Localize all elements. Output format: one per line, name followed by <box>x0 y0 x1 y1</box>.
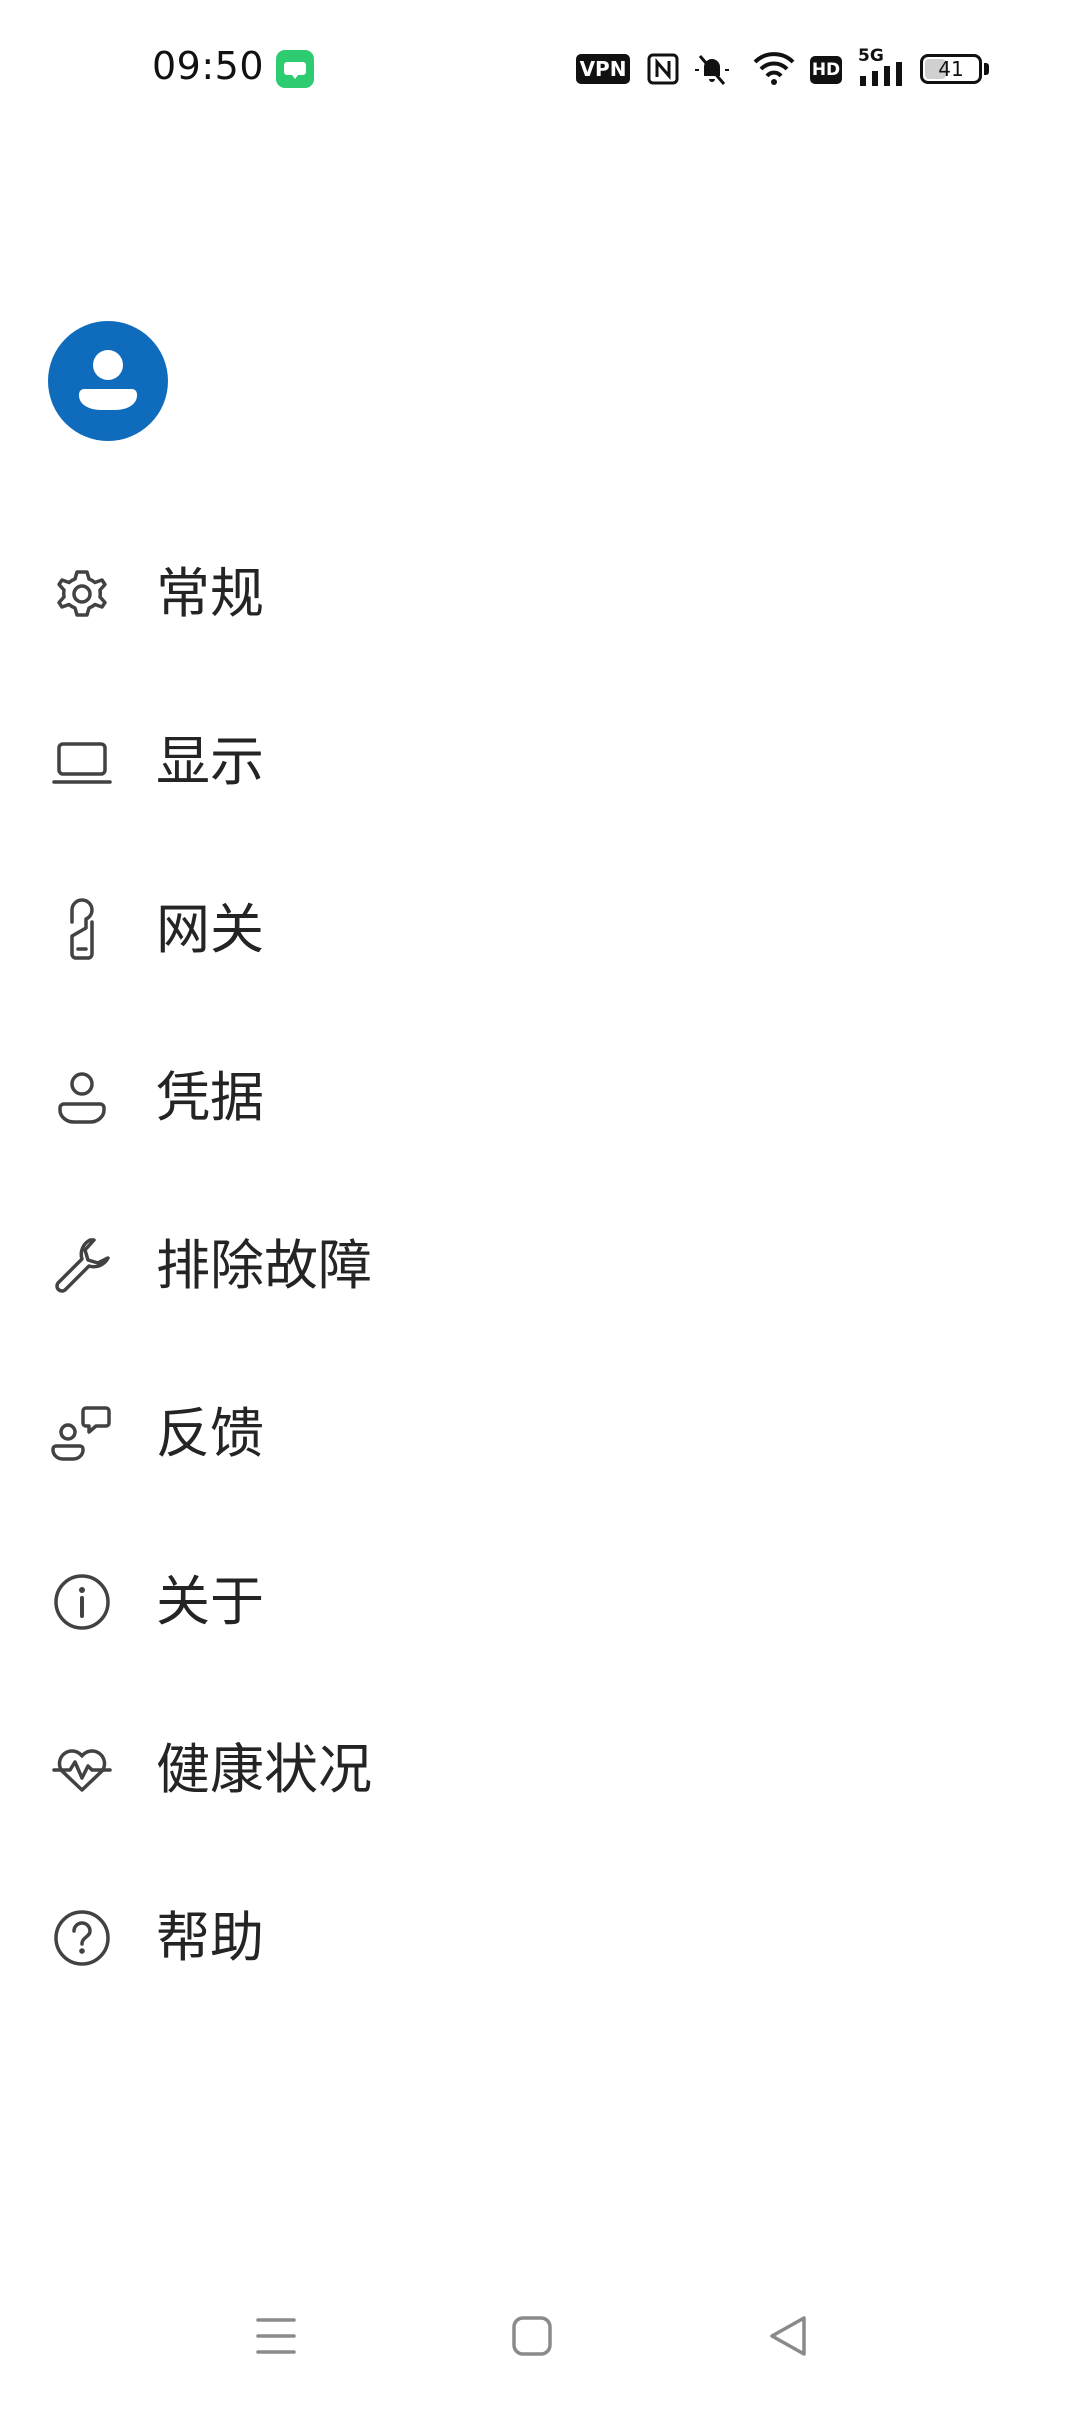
vpn-badge: VPN <box>576 54 630 84</box>
mute-bell-icon <box>695 55 729 85</box>
battery-nub <box>984 63 989 75</box>
menu-item-label: 关于 <box>156 1570 264 1633</box>
battery-indicator: 41 <box>920 54 982 84</box>
chat-app-notification-icon <box>276 50 314 88</box>
account-avatar[interactable] <box>48 321 168 441</box>
battery-percent: 41 <box>938 57 964 81</box>
laptop-icon <box>52 742 112 784</box>
recent-apps-icon[interactable] <box>236 2296 316 2376</box>
menu-item-label: 反馈 <box>156 1402 264 1465</box>
menu-item-label: 帮助 <box>156 1906 264 1969</box>
menu-item-label: 网关 <box>156 898 264 961</box>
menu-item-label: 显示 <box>156 730 264 793</box>
person-feedback-icon <box>51 1406 111 1461</box>
person-icon <box>79 350 137 410</box>
menu-item-credentials[interactable]: 凭据 <box>0 1014 1080 1182</box>
menu-item-label: 健康状况 <box>156 1738 372 1801</box>
door-hanger-icon <box>70 898 94 960</box>
gear-icon <box>57 570 107 617</box>
signal-strength-icon <box>860 62 902 86</box>
nfc-icon <box>647 53 679 85</box>
menu-item-label: 排除故障 <box>156 1234 372 1297</box>
status-time: 09:50 <box>152 44 265 88</box>
menu-item-about[interactable]: 关于 <box>0 1518 1080 1686</box>
menu-item-help[interactable]: 帮助 <box>0 1854 1080 2022</box>
wifi-icon <box>753 52 795 85</box>
menu-item-label: 凭据 <box>156 1066 264 1129</box>
menu-item-general[interactable]: 常规 <box>0 510 1080 678</box>
info-icon <box>54 1574 110 1630</box>
question-circle-icon <box>54 1910 110 1966</box>
wrench-icon <box>55 1238 110 1293</box>
menu-item-troubleshoot[interactable]: 排除故障 <box>0 1182 1080 1350</box>
heart-pulse-icon <box>52 1749 112 1792</box>
home-icon[interactable] <box>492 2296 572 2376</box>
menu-item-label: 常规 <box>156 562 264 625</box>
settings-menu: 常规 显示 网关 凭据 排除故障 反馈 关于 健康状况 帮助 <box>0 510 1080 2022</box>
back-icon[interactable] <box>748 2296 828 2376</box>
hd-badge: HD <box>810 56 842 84</box>
status-bar: 09:50 VPN HD 5G 41 <box>0 0 1080 140</box>
person-icon <box>58 1072 106 1124</box>
menu-item-feedback[interactable]: 反馈 <box>0 1350 1080 1518</box>
menu-item-health[interactable]: 健康状况 <box>0 1686 1080 1854</box>
menu-item-display[interactable]: 显示 <box>0 678 1080 846</box>
menu-item-gateway[interactable]: 网关 <box>0 846 1080 1014</box>
system-navigation-bar <box>0 2280 1080 2412</box>
